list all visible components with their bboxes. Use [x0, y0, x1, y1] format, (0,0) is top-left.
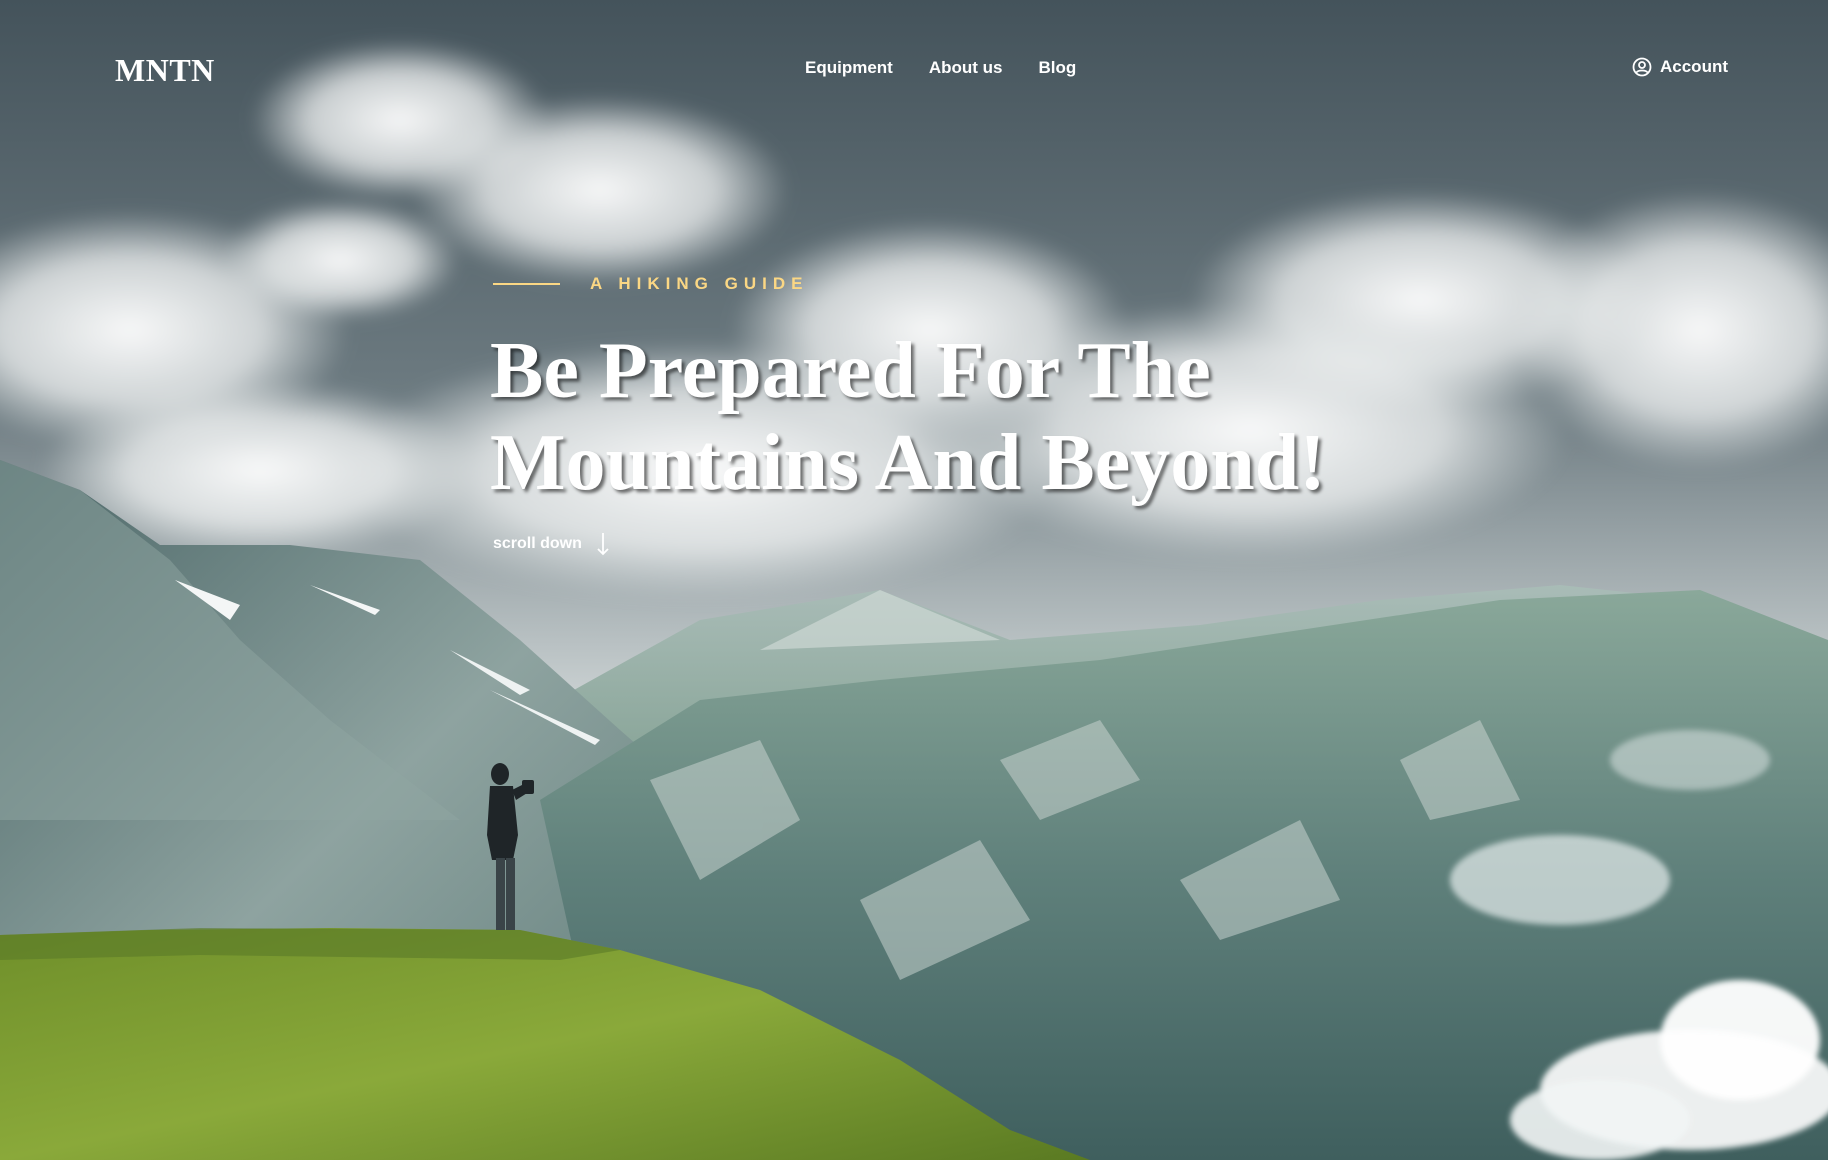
landing-page: MNTN Equipment About us Blog Account A H…	[0, 0, 1828, 1160]
nav-link-about-us[interactable]: About us	[929, 58, 1003, 78]
nav-link-equipment[interactable]: Equipment	[805, 58, 893, 78]
eyebrow-divider	[493, 283, 560, 285]
eyebrow-text: A HIKING GUIDE	[590, 274, 809, 293]
hero-headline: Be Prepared For The Mountains And Beyond…	[490, 325, 1390, 509]
user-circle-icon	[1632, 57, 1652, 77]
headline-line-2: Mountains And Beyond!	[490, 419, 1326, 507]
scroll-down-label: scroll down	[493, 535, 582, 552]
scroll-down-button[interactable]: scroll down	[493, 532, 610, 556]
nav-link-blog[interactable]: Blog	[1039, 58, 1077, 78]
account-link[interactable]: Account	[1632, 57, 1728, 77]
hero-eyebrow: A HIKING GUIDE	[493, 274, 808, 294]
hero-background-image	[0, 0, 1828, 1160]
arrow-down-icon	[597, 533, 609, 556]
account-label: Account	[1660, 57, 1728, 76]
site-header: MNTN Equipment About us Blog Account	[0, 0, 1828, 140]
headline-line-1: Be Prepared For The	[490, 327, 1211, 415]
site-logo[interactable]: MNTN	[115, 52, 215, 89]
main-nav: Equipment About us Blog	[805, 58, 1076, 78]
